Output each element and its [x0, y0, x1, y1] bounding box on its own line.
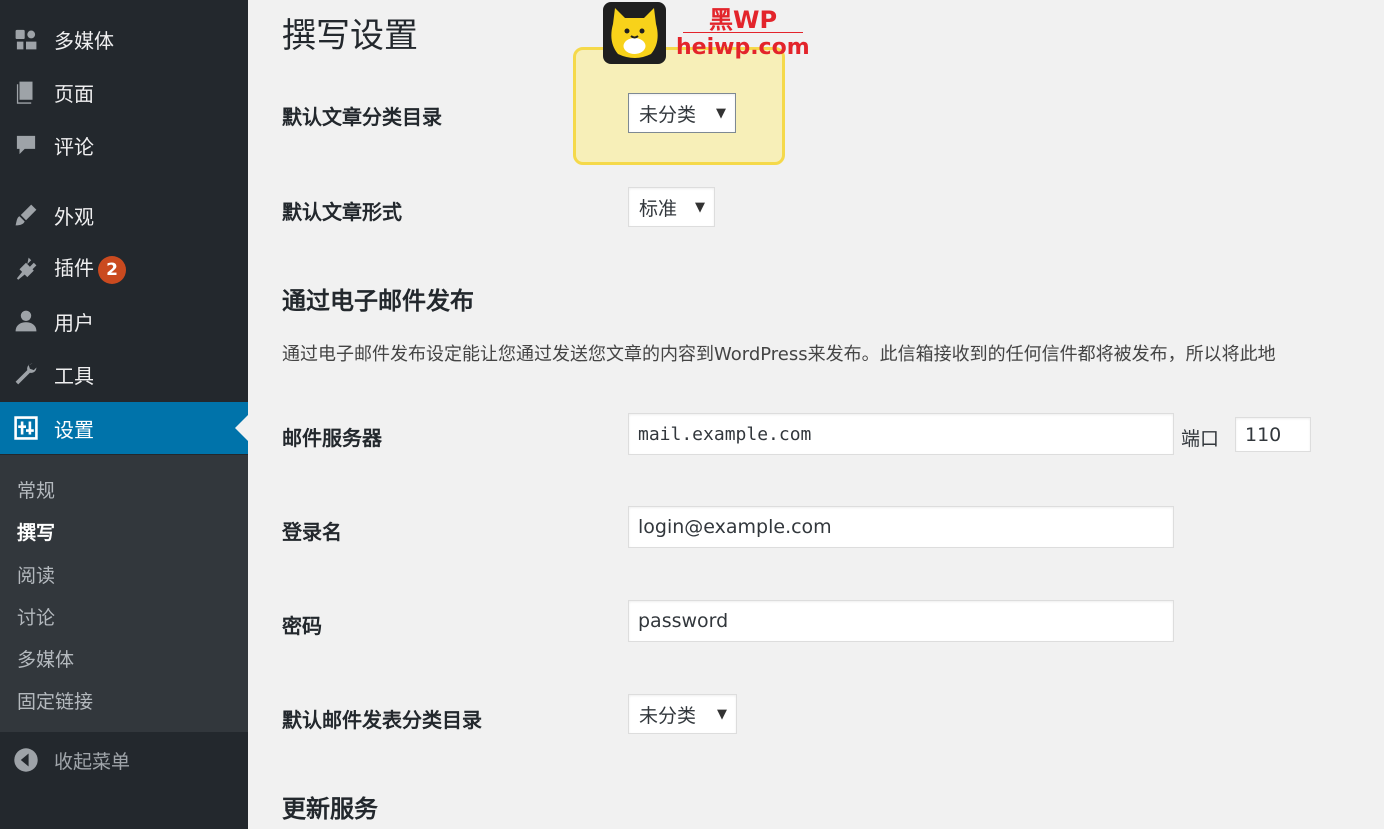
default-category-label: 默认文章分类目录 — [282, 105, 442, 129]
settings-main: 撰写设置 默认文章分类目录 未分类 ▼ 默认文章形式 标准 ▼ 通过电子邮件发布… — [248, 0, 1384, 829]
sidebar-item-label: 多媒体 — [54, 28, 114, 53]
submenu-item-discussion[interactable]: 讨论 — [17, 603, 55, 630]
media-icon — [12, 25, 40, 53]
heiwp-mascot-logo — [603, 2, 666, 64]
watermark-brand-bottom: heiwp.com — [676, 35, 810, 60]
port-label: 端口 — [1181, 428, 1220, 450]
update-count-badge: 2 — [98, 255, 126, 284]
password-value: password — [638, 610, 729, 632]
mail-server-label: 邮件服务器 — [282, 426, 382, 450]
sidebar-item-users[interactable]: 用户 — [0, 295, 248, 347]
email-section-description: 通过电子邮件发布设定能让您通过发送您文章的内容到WordPress来发布。此信箱… — [282, 344, 1276, 365]
plugin-icon — [12, 254, 40, 282]
page-icon — [12, 78, 40, 106]
watermark-brand-top: 黑WP — [709, 6, 778, 34]
wrench-icon — [12, 360, 40, 388]
dropdown-arrow-icon: ▼ — [716, 105, 726, 121]
sidebar-item-label: 页面 — [54, 81, 94, 106]
sidebar-item-appearance[interactable]: 外观 — [0, 189, 248, 241]
sidebar-item-settings[interactable]: 设置 — [0, 402, 248, 454]
user-icon — [12, 307, 40, 335]
collapse-menu-label: 收起菜单 — [54, 751, 131, 773]
email-category-value: 未分类 — [639, 704, 697, 727]
mail-server-input[interactable]: mail.example.com — [628, 413, 1174, 455]
submenu-item-reading[interactable]: 阅读 — [17, 561, 55, 588]
sidebar-item-label: 设置 — [54, 417, 94, 442]
default-format-label: 默认文章形式 — [282, 200, 402, 224]
submenu-item-media[interactable]: 多媒体 — [17, 645, 74, 672]
submenu-item-writing[interactable]: 撰写 — [17, 518, 55, 545]
settings-icon — [12, 414, 40, 442]
email-category-label: 默认邮件发表分类目录 — [282, 708, 482, 732]
sidebar-item-tools[interactable]: 工具 — [0, 348, 248, 400]
port-value: 110 — [1245, 423, 1282, 446]
sidebar-item-label: 用户 — [54, 310, 94, 335]
sidebar-item-comments[interactable]: 评论 — [0, 119, 248, 171]
collapse-menu-button[interactable]: 收起菜单 — [0, 738, 248, 782]
default-format-select[interactable]: 标准 ▼ — [628, 187, 715, 227]
email-section-title: 通过电子邮件发布 — [282, 287, 474, 315]
admin-sidebar: 多媒体 页面 评论 外观 插件 2 用户 工具 设置 常规 撰写 阅读 讨论 多… — [0, 0, 248, 829]
sidebar-item-label: 评论 — [54, 134, 94, 159]
settings-submenu: 常规 撰写 阅读 讨论 多媒体 固定链接 — [0, 455, 248, 732]
submenu-item-permalinks[interactable]: 固定链接 — [17, 687, 93, 714]
dropdown-arrow-icon: ▼ — [717, 706, 727, 722]
sidebar-item-pages[interactable]: 页面 — [0, 66, 248, 118]
sidebar-item-label: 工具 — [54, 363, 94, 388]
submenu-item-general[interactable]: 常规 — [17, 476, 55, 503]
active-indicator-arrow — [235, 415, 248, 441]
email-category-select[interactable]: 未分类 ▼ — [628, 694, 737, 734]
login-label: 登录名 — [282, 520, 342, 544]
password-label: 密码 — [282, 614, 322, 638]
default-format-value: 标准 — [639, 197, 678, 220]
sidebar-item-label: 外观 — [54, 204, 94, 229]
mail-server-value: mail.example.com — [638, 423, 812, 445]
collapse-arrow-icon — [12, 746, 40, 774]
comment-icon — [12, 131, 40, 159]
password-input[interactable]: password — [628, 600, 1174, 642]
sidebar-item-plugins[interactable]: 插件 2 — [0, 242, 248, 294]
update-services-title: 更新服务 — [282, 795, 378, 823]
login-value: login@example.com — [638, 516, 832, 538]
watermark-divider — [683, 32, 803, 33]
default-category-select[interactable]: 未分类 ▼ — [628, 93, 736, 133]
dropdown-arrow-icon: ▼ — [695, 199, 705, 215]
paintbrush-icon — [12, 201, 40, 229]
sidebar-item-label: 插件 2 — [54, 252, 126, 284]
login-input[interactable]: login@example.com — [628, 506, 1174, 548]
port-input[interactable]: 110 — [1235, 417, 1311, 452]
default-category-value: 未分类 — [639, 103, 697, 126]
page-title: 撰写设置 — [282, 16, 418, 56]
sidebar-item-media[interactable]: 多媒体 — [0, 13, 248, 65]
